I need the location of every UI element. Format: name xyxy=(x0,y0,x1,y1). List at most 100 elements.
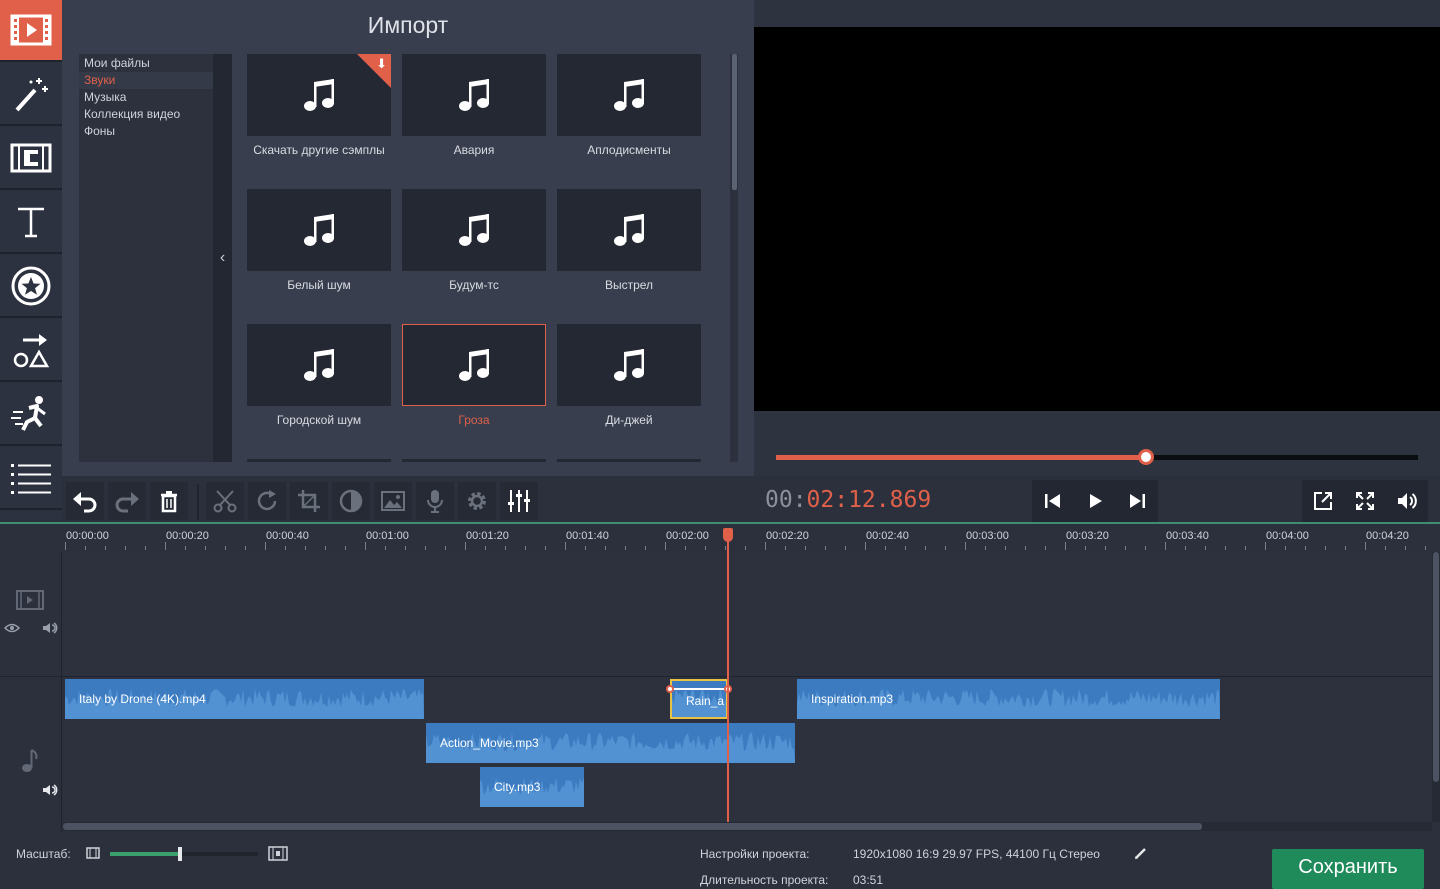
music-note-icon xyxy=(614,214,644,246)
color-adjust-button[interactable] xyxy=(332,482,370,520)
ruler-tick xyxy=(805,546,806,550)
sound-tile[interactable]: ⬇ xyxy=(247,54,391,136)
audio-track-volume-icon[interactable] xyxy=(42,784,58,796)
stickers-tool[interactable] xyxy=(0,256,62,318)
eye-icon[interactable] xyxy=(4,622,20,634)
detach-preview-button[interactable] xyxy=(1302,480,1344,522)
ruler-tick xyxy=(565,542,566,550)
music-note-icon xyxy=(459,214,489,246)
crop-button[interactable] xyxy=(290,482,328,520)
zoom-slider-knob[interactable] xyxy=(177,847,182,861)
speaker-icon xyxy=(1398,493,1417,509)
timeline-vertical-scrollbar-thumb[interactable] xyxy=(1433,552,1439,782)
audio-clip-city[interactable]: City.mp3 xyxy=(480,767,584,807)
clip-settings-button[interactable] xyxy=(458,482,496,520)
sound-tile[interactable] xyxy=(557,189,701,271)
clip-name: Rain_a xyxy=(686,694,725,708)
collapse-panel-button[interactable]: ‹ xyxy=(213,54,232,462)
category-backgrounds[interactable]: Фоны xyxy=(79,123,213,140)
more-tool[interactable] xyxy=(0,448,62,510)
list-icon xyxy=(11,464,51,494)
sound-tile[interactable] xyxy=(557,324,701,406)
audio-clip-action[interactable]: Action_Movie.mp3 xyxy=(426,723,795,763)
sound-tile-partial[interactable] xyxy=(247,459,391,462)
ruler-tick xyxy=(1265,542,1266,550)
ruler-tick xyxy=(1125,546,1126,550)
ruler-tick xyxy=(1185,546,1186,550)
playhead-line[interactable] xyxy=(727,536,729,822)
audio-mixer-button[interactable] xyxy=(500,482,538,520)
clip-handle-left[interactable] xyxy=(666,685,674,693)
gear-icon xyxy=(468,492,486,510)
sound-tile-partial[interactable] xyxy=(557,459,701,462)
timecode-hours: 00: xyxy=(765,487,807,513)
undo-button[interactable] xyxy=(66,482,104,520)
import-tool[interactable] xyxy=(0,0,62,62)
project-duration-label: Длительность проекта: xyxy=(700,873,829,887)
zoom-out-icon[interactable] xyxy=(86,847,100,859)
sound-tile[interactable] xyxy=(402,324,546,406)
category-list: Мои файлы Звуки Музыка Коллекция видео Ф… xyxy=(79,54,213,462)
sound-tile[interactable] xyxy=(557,54,701,136)
media-properties-button[interactable] xyxy=(374,482,412,520)
magic-wand-icon xyxy=(15,78,48,112)
titles-tool[interactable] xyxy=(0,192,62,254)
sound-tile-label: Гроза xyxy=(458,413,490,427)
fullscreen-button[interactable] xyxy=(1344,480,1386,522)
skip-forward-button[interactable] xyxy=(1116,480,1158,522)
skip-forward-icon xyxy=(1130,494,1145,508)
import-panel: Импорт Мои файлы Звуки Музыка Коллекция … xyxy=(62,0,754,476)
redo-button[interactable] xyxy=(108,482,146,520)
transitions-tool[interactable] xyxy=(0,128,62,190)
sound-tile[interactable] xyxy=(247,324,391,406)
project-settings-label: Настройки проекта: xyxy=(700,847,810,861)
callouts-tool[interactable] xyxy=(0,320,62,382)
playback-progress-fill xyxy=(776,455,1147,460)
zoom-in-icon[interactable] xyxy=(268,846,288,861)
category-sounds[interactable]: Звуки xyxy=(79,72,213,89)
ruler-tick xyxy=(865,542,866,550)
timeline-horizontal-scrollbar-thumb[interactable] xyxy=(63,823,1202,830)
rotate-button[interactable] xyxy=(248,482,286,520)
ruler-tick xyxy=(1085,546,1086,550)
toolbar-divider xyxy=(197,484,199,520)
audio-clip-italy[interactable]: Italy by Drone (4K).mp4 xyxy=(65,679,424,719)
sound-tile[interactable] xyxy=(402,189,546,271)
video-track-volume-icon[interactable] xyxy=(42,622,58,634)
music-note-icon xyxy=(304,214,334,246)
category-video-collection[interactable]: Коллекция видео xyxy=(79,106,213,123)
grid-scrollbar-thumb[interactable] xyxy=(732,54,737,190)
ruler-tick xyxy=(485,546,486,550)
ruler-tick xyxy=(245,546,246,550)
record-audio-button[interactable] xyxy=(416,482,454,520)
skip-back-button[interactable] xyxy=(1032,480,1074,522)
category-music[interactable]: Музыка xyxy=(79,89,213,106)
sound-tile-label: Выстрел xyxy=(604,278,654,292)
ruler-tick xyxy=(825,546,826,550)
film-transition-icon xyxy=(10,143,52,173)
video-preview xyxy=(754,27,1440,411)
delete-button[interactable] xyxy=(150,482,188,520)
ruler-tick xyxy=(1245,546,1246,550)
ruler-tick xyxy=(965,542,966,550)
timecode-display: 00:02:12.869 xyxy=(765,487,931,513)
cut-button[interactable] xyxy=(206,482,244,520)
edit-pencil-icon[interactable] xyxy=(1134,846,1148,860)
filters-tool[interactable] xyxy=(0,64,62,126)
sound-tile[interactable] xyxy=(247,189,391,271)
audio-clip-rain[interactable]: Rain_a xyxy=(670,679,728,719)
sound-tile[interactable] xyxy=(402,54,546,136)
playhead-handle[interactable] xyxy=(723,528,733,542)
audio-clip-inspiration[interactable]: Inspiration.mp3 xyxy=(797,679,1220,719)
play-button[interactable] xyxy=(1074,480,1116,522)
save-button[interactable]: Сохранить xyxy=(1272,849,1424,889)
clip-volume-line[interactable] xyxy=(670,688,728,690)
volume-button[interactable] xyxy=(1386,480,1428,522)
motion-tool[interactable] xyxy=(0,384,62,446)
ruler-tick-label: 00:01:40 xyxy=(566,530,609,542)
category-my-files[interactable]: Мои файлы xyxy=(79,55,213,72)
undo-icon xyxy=(73,492,97,513)
contrast-icon xyxy=(339,489,363,513)
ruler-tick xyxy=(1365,542,1366,550)
sound-tile-partial[interactable] xyxy=(402,459,546,462)
